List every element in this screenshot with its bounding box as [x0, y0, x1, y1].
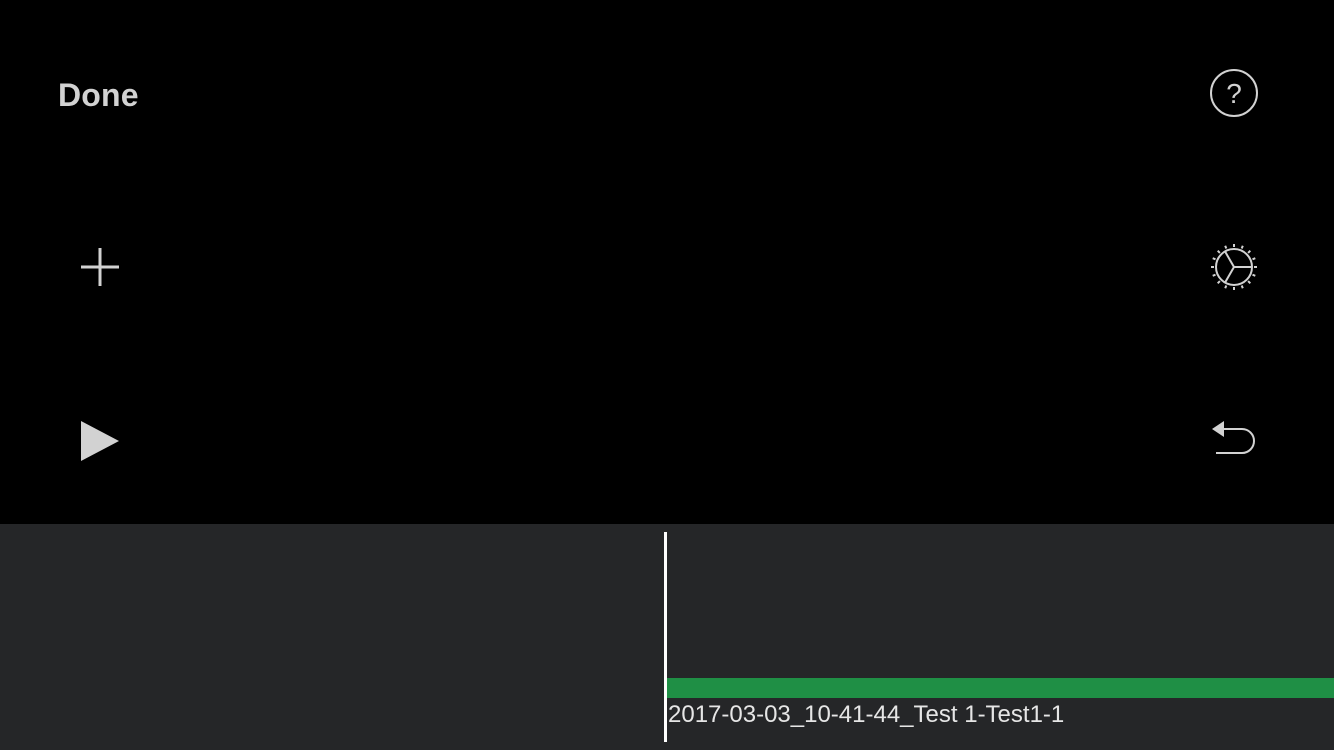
playhead[interactable]: [664, 532, 667, 742]
play-button[interactable]: [72, 413, 128, 469]
undo-button[interactable]: [1206, 413, 1262, 469]
viewer-area: Done ?: [0, 0, 1334, 524]
gear-icon: [1211, 244, 1257, 290]
audio-clip-bar[interactable]: [667, 678, 1334, 698]
project-settings-button[interactable]: [1206, 239, 1262, 295]
app-window: Done ? 2017-03-03_10-41-44_Test 1-Test1-…: [0, 0, 1334, 750]
done-button[interactable]: Done: [58, 76, 139, 114]
add-media-button[interactable]: [72, 239, 128, 295]
help-button[interactable]: ?: [1206, 65, 1262, 121]
timeline[interactable]: 2017-03-03_10-41-44_Test 1-Test1-1: [0, 524, 1334, 750]
help-icon: ?: [1210, 69, 1258, 117]
undo-icon: [1212, 421, 1255, 454]
plus-icon: [81, 248, 119, 286]
svg-text:?: ?: [1226, 78, 1242, 109]
clip-title: 2017-03-03_10-41-44_Test 1-Test1-1: [668, 701, 1065, 728]
play-icon: [81, 421, 119, 461]
